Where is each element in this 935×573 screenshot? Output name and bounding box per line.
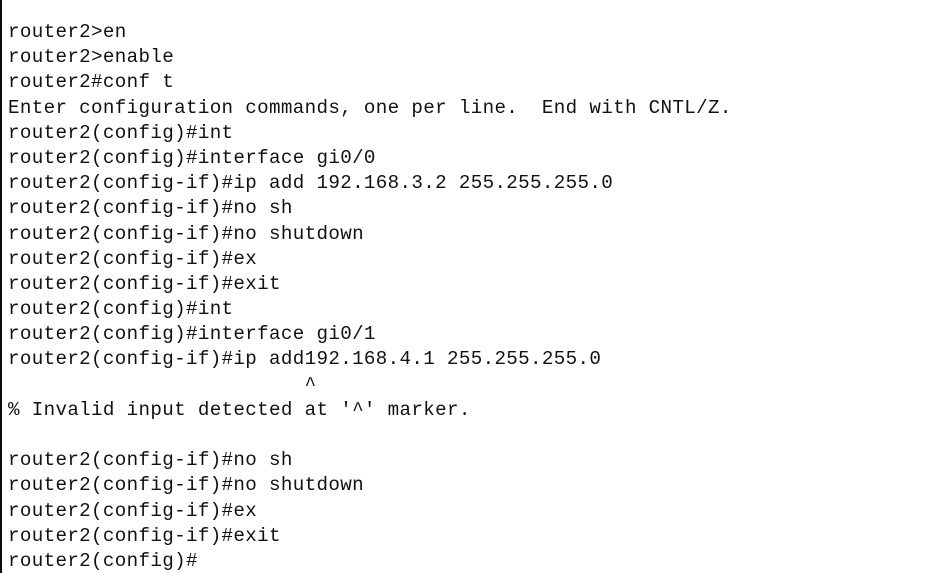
terminal-line: router2(config)# [8, 549, 198, 572]
terminal-output[interactable]: router2>en router2>enable router2#conf t En… [8, 20, 935, 573]
terminal-line: router2(config-if)#ip add 192.168.3.2 25… [8, 172, 614, 195]
terminal-line: router2(config)#interface gi0/1 [8, 323, 376, 346]
terminal-line: router2(config)#int [8, 121, 234, 144]
terminal-line: router2(config)#int [8, 298, 234, 321]
terminal-line: % Invalid input detected at '^' marker. [8, 398, 471, 421]
terminal-line: router2>en [8, 21, 127, 43]
terminal-line: router2>enable [8, 46, 175, 69]
terminal-line: router2(config)#interface gi0/0 [8, 146, 376, 169]
terminal-line: router2(config-if)#exit [8, 272, 281, 295]
terminal-line: router2(config-if)#no sh [8, 449, 293, 472]
terminal-line: router2(config-if)#no sh [8, 197, 293, 220]
terminal-line: router2(config-if)#ex [8, 499, 258, 522]
terminal-line: router2(config-if)#no shutdown [8, 222, 364, 245]
terminal-window[interactable]: router2>en router2>enable router2#conf t En… [0, 0, 935, 573]
terminal-line: router2#conf t [8, 71, 175, 94]
terminal-line: router2(config-if)#ip add192.168.4.1 255… [8, 348, 602, 371]
terminal-line: Enter configuration commands, one per li… [8, 96, 732, 119]
terminal-line: router2(config-if)#no shutdown [8, 474, 364, 497]
terminal-line: ^ [8, 373, 317, 396]
terminal-line: router2(config-if)#exit [8, 524, 281, 547]
terminal-line: router2(config-if)#ex [8, 247, 258, 270]
